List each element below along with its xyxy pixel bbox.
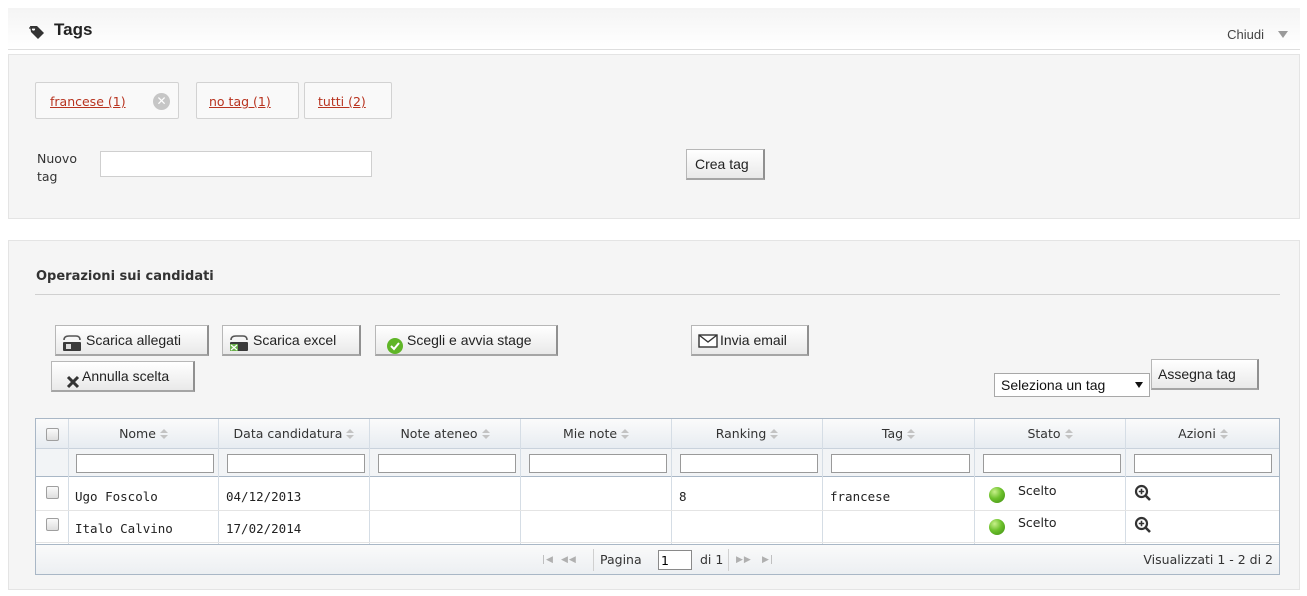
status-dot-icon	[989, 487, 1005, 503]
column-header-stato[interactable]: Stato	[975, 426, 1125, 441]
divider	[35, 294, 1280, 295]
filter-note-ateneo-input[interactable]	[378, 454, 516, 473]
sort-icon	[770, 429, 779, 439]
chevron-down-icon	[1135, 382, 1143, 388]
table-row[interactable]: Ugo Foscolo 04/12/2013 8 francese Scelto	[36, 480, 1279, 511]
sort-icon	[621, 429, 630, 439]
filter-azioni-input[interactable]	[1134, 454, 1272, 473]
remove-tag-icon[interactable]: ✕	[153, 93, 170, 110]
status-text: Scelto	[1018, 483, 1057, 498]
choose-start-stage-button[interactable]: Scegli e avvia stage	[375, 325, 558, 356]
select-all-checkbox[interactable]	[46, 428, 59, 441]
grid-pager: |◀ ◀◀ Pagina di 1 ▶▶ ▶| Visualizzati 1 -…	[36, 544, 1279, 574]
cancel-choice-button[interactable]: Annulla scelta	[51, 361, 195, 392]
column-header-note-ateneo[interactable]: Note ateneo	[370, 426, 520, 441]
sort-icon	[481, 429, 490, 439]
panel-title: Tags	[54, 20, 93, 39]
tag-chip-no-tag: no tag (1)	[196, 82, 299, 119]
row-checkbox[interactable]	[46, 486, 59, 499]
close-link[interactable]: Chiudi	[1227, 27, 1264, 42]
assign-tag-button[interactable]: Assegna tag	[1151, 359, 1259, 390]
tag-select-value: Seleziona un tag	[1001, 377, 1106, 393]
tag-icon	[29, 26, 44, 39]
sort-icon	[1219, 429, 1228, 439]
sort-icon	[907, 429, 916, 439]
page-number-input[interactable]	[658, 550, 692, 570]
download-excel-button[interactable]: Scarica excel	[222, 325, 361, 356]
create-tag-button[interactable]: Crea tag	[686, 149, 765, 180]
column-header-ranking[interactable]: Ranking	[672, 426, 822, 441]
page-count: di 1	[700, 552, 724, 567]
zoom-in-icon[interactable]	[1134, 484, 1152, 502]
tag-chip-tutti: tutti (2)	[304, 82, 392, 119]
filter-nome-input[interactable]	[76, 454, 214, 473]
filter-data-input[interactable]	[227, 454, 365, 473]
filter-mie-note-input[interactable]	[529, 454, 667, 473]
tags-header: Tags Chiudi	[8, 8, 1300, 50]
column-header-data-candidatura[interactable]: Data candidatura	[219, 426, 369, 441]
new-tag-label: Nuovo tag	[37, 151, 77, 184]
tag-chip-link[interactable]: no tag (1)	[209, 94, 271, 109]
page-label: Pagina	[600, 552, 642, 567]
tag-select[interactable]: Seleziona un tag	[994, 373, 1150, 397]
excel-download-icon	[230, 335, 248, 351]
next-page-icon[interactable]: ▶▶	[736, 555, 752, 565]
status-text: Scelto	[1018, 515, 1057, 530]
green-check-icon	[387, 338, 403, 354]
operations-title: Operazioni sui candidati	[36, 269, 214, 284]
column-header-mie-note[interactable]: Mie note	[521, 426, 671, 441]
tags-panel: francese (1) ✕ no tag (1) tutti (2) Nuov…	[8, 54, 1300, 219]
candidates-grid: Nome Data candidatura Note ateneo Mie no…	[35, 418, 1280, 575]
column-header-azioni[interactable]: Azioni	[1126, 426, 1280, 441]
sort-icon	[346, 429, 355, 439]
send-email-button[interactable]: Invia email	[691, 325, 809, 356]
last-page-icon[interactable]: ▶|	[762, 555, 774, 565]
row-checkbox[interactable]	[46, 518, 59, 531]
column-header-tag[interactable]: Tag	[823, 426, 974, 441]
filter-ranking-input[interactable]	[680, 454, 818, 473]
tag-chip-link[interactable]: francese (1)	[50, 94, 126, 109]
records-info: Visualizzati 1 - 2 di 2	[1143, 552, 1273, 567]
sort-icon	[159, 429, 168, 439]
filter-stato-input[interactable]	[983, 454, 1121, 473]
operations-panel: Operazioni sui candidati Scarica allegat…	[8, 240, 1300, 590]
tag-chip-link[interactable]: tutti (2)	[318, 94, 366, 109]
envelope-icon	[698, 334, 718, 348]
table-row[interactable]: Italo Calvino 17/02/2014 Scelto	[36, 512, 1279, 543]
x-icon	[66, 375, 80, 389]
filter-tag-input[interactable]	[831, 454, 970, 473]
download-attachments-button[interactable]: Scarica allegati	[55, 325, 209, 356]
column-header-nome[interactable]: Nome	[69, 426, 218, 441]
new-tag-input[interactable]	[100, 151, 372, 177]
chevron-down-icon[interactable]	[1278, 31, 1288, 38]
zoom-in-icon[interactable]	[1134, 516, 1152, 534]
sort-icon	[1064, 429, 1073, 439]
paperclip-download-icon	[63, 335, 81, 351]
prev-page-icon[interactable]: ◀◀	[561, 555, 577, 565]
status-dot-icon	[989, 519, 1005, 535]
tag-chip-francese: francese (1) ✕	[35, 82, 179, 119]
first-page-icon[interactable]: |◀	[542, 555, 554, 565]
